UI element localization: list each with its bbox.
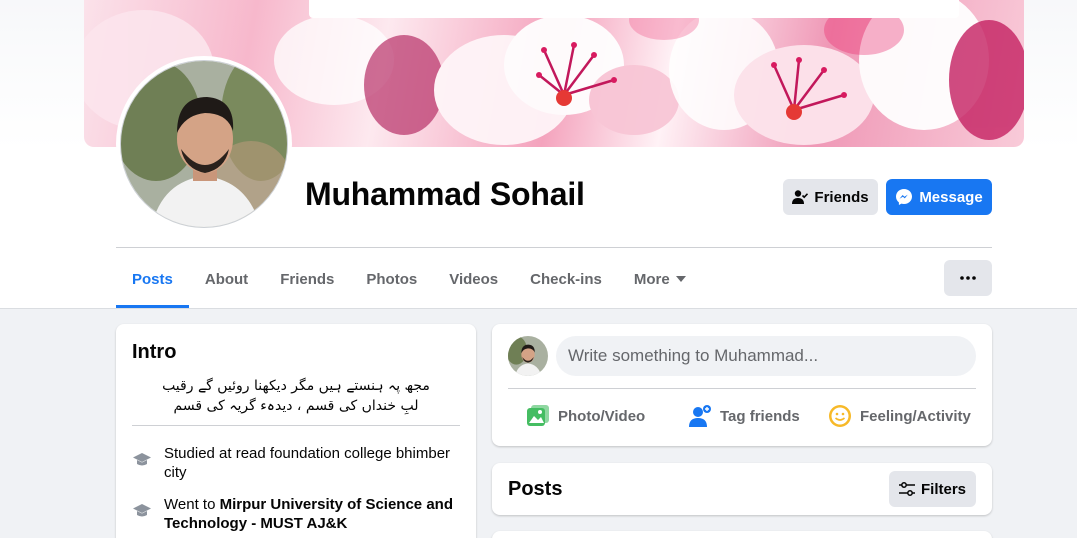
post-composer: Write something to Muhammad... Photo/Vid… [492, 324, 992, 446]
education-text: Studied at read foundation college bhimb… [164, 444, 460, 482]
tab-photos[interactable]: Photos [350, 250, 433, 308]
photo-video-button[interactable]: Photo/Video [526, 396, 645, 436]
friend-check-icon [792, 190, 809, 204]
cover-top-strip [309, 0, 959, 18]
tab-friends[interactable]: Friends [264, 250, 350, 308]
action-label: Tag friends [720, 407, 800, 425]
tab-label: More [633, 270, 670, 288]
action-label: Feeling/Activity [860, 407, 971, 425]
tab-videos[interactable]: Videos [433, 250, 514, 308]
filters-icon [898, 482, 915, 496]
feeling-icon [829, 405, 851, 427]
intro-divider [132, 425, 460, 426]
tab-about[interactable]: About [189, 250, 264, 308]
feeling-activity-button[interactable]: Feeling/Activity [828, 396, 971, 436]
tab-posts[interactable]: Posts [116, 250, 189, 308]
tab-label: Videos [449, 270, 499, 288]
profile-header: Muhammad Sohail Friends Message Posts Ab… [0, 0, 1077, 309]
profile-tabs: Posts About Friends Photos Videos Check-… [116, 250, 702, 308]
filters-button-label: Filters [920, 480, 966, 498]
message-button[interactable]: Message [886, 179, 992, 215]
friends-button[interactable]: Friends [783, 179, 878, 215]
intro-card: Intro مجھ پہ ہنستے ہیں مگر دیکھنا روئیں … [116, 324, 476, 538]
tab-label: Posts [132, 270, 173, 288]
tab-label: Photos [366, 270, 418, 288]
intro-bio: مجھ پہ ہنستے ہیں مگر دیکھنا روئیں گے رقی… [132, 376, 460, 416]
posts-header-card: Posts Filters [492, 463, 992, 515]
tag-friends-icon [689, 405, 711, 427]
friends-button-label: Friends [814, 188, 869, 206]
messenger-icon [896, 189, 913, 205]
intro-title: Intro [132, 341, 177, 363]
message-button-label: Message [919, 188, 983, 206]
tab-label: Friends [280, 270, 335, 288]
header-divider [116, 247, 992, 248]
composer-avatar[interactable] [508, 336, 548, 376]
action-label: Photo/Video [558, 407, 646, 425]
tab-check-ins[interactable]: Check-ins [514, 250, 618, 308]
photo-icon [527, 405, 549, 426]
composer-divider [508, 388, 976, 389]
education-text: Went to Mirpur University of Science and… [164, 495, 460, 533]
avatar-image [120, 60, 288, 228]
tag-friends-button[interactable]: Tag friends [688, 396, 800, 436]
posts-title: Posts [508, 478, 563, 500]
education-item: Went to Mirpur University of Science and… [132, 495, 460, 533]
graduation-cap-icon [133, 453, 151, 466]
composer-input[interactable]: Write something to Muhammad... [556, 336, 976, 376]
filters-button[interactable]: Filters [889, 471, 976, 507]
caret-down-icon [675, 276, 686, 282]
tab-label: About [204, 270, 249, 288]
graduation-cap-icon [133, 504, 151, 517]
ellipsis-icon [960, 276, 976, 280]
tab-more[interactable]: More [618, 250, 702, 308]
profile-avatar[interactable] [116, 56, 292, 232]
tab-label: Check-ins [530, 270, 602, 288]
profile-name: Muhammad Sohail [305, 176, 585, 212]
next-post-card [492, 531, 992, 538]
profile-options-button[interactable] [944, 260, 992, 296]
education-prefix: Studied at read foundation college bhimb… [164, 445, 451, 481]
bio-line: مجھ پہ ہنستے ہیں مگر دیکھنا روئیں گے رقی… [162, 378, 430, 394]
bio-line: لبِ خنداں کی قسم ، دیدہء گریہ کی قسم [173, 398, 419, 414]
education-prefix: Went to [164, 496, 220, 513]
education-item: Studied at read foundation college bhimb… [132, 444, 460, 482]
